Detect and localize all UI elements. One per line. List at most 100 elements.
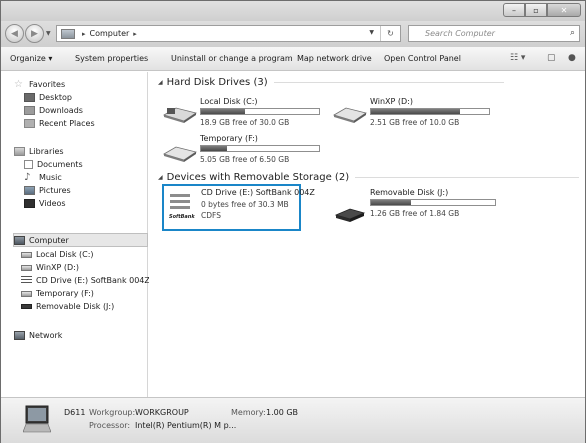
nav-computer[interactable]: Computer (14, 236, 69, 245)
star-icon: ☆ (14, 79, 23, 90)
command-bar: Organize ▾ System properties Uninstall o… (1, 47, 585, 71)
nav-desktop[interactable]: Desktop (24, 93, 72, 102)
memory-label: Memory: (231, 408, 266, 417)
address-row: ◀ ▶ ▼ ▸ Computer ▸ ▼ ↻ Search Computer ⌕ (1, 21, 585, 47)
search-placeholder: Search Computer (425, 29, 495, 38)
group-divider (355, 177, 580, 178)
pictures-icon (24, 186, 35, 195)
nav-network[interactable]: Network (14, 331, 62, 340)
cd-stack-icon (170, 200, 190, 203)
nav-pictures[interactable]: Pictures (24, 186, 71, 195)
drive-tile-e-cd[interactable]: SoftBank CD Drive (E:) SoftBank 004Z 0 b… (162, 184, 315, 231)
open-control-panel-button[interactable]: Open Control Panel (384, 54, 461, 63)
breadcrumb-separator-icon[interactable]: ▸ (82, 30, 86, 38)
nav-recent-places[interactable]: Recent Places (24, 119, 95, 128)
cd-drive-free: 0 bytes free of 30.3 MB (201, 200, 289, 209)
refresh-button[interactable]: ↻ (380, 26, 400, 41)
hard-disk-icon (21, 290, 32, 297)
drive-d-usage-bar (370, 108, 490, 115)
downloads-icon (24, 106, 35, 115)
drives-view: ◢ Hard Disk Drives (3) Local Disk (C:) 1… (149, 72, 585, 397)
map-network-drive-button[interactable]: Map network drive (297, 54, 372, 63)
processor-value: Intel(R) Pentium(R) M p... (135, 421, 237, 430)
search-input[interactable]: Search Computer ⌕ (408, 25, 580, 42)
cd-drive-icon (21, 276, 32, 285)
desktop-icon (24, 93, 35, 102)
forward-button[interactable]: ▶ (25, 24, 44, 43)
processor-label: Processor: (89, 421, 131, 430)
softbank-logo: SoftBank (169, 214, 195, 220)
hard-disk-icon (163, 146, 197, 162)
details-pane: D611 Workgroup: WORKGROUP Memory: 1.00 G… (1, 397, 585, 443)
computer-icon (61, 28, 75, 39)
recent-pages-icon[interactable]: ▼ (46, 30, 51, 37)
videos-icon (24, 199, 35, 208)
usb-drive-icon (334, 208, 366, 222)
computer-icon (23, 405, 51, 433)
nav-documents[interactable]: Documents (24, 160, 83, 169)
nav-cd-drive-e[interactable]: CD Drive (E:) SoftBank 004Z (21, 276, 150, 285)
close-button[interactable]: ✕ (547, 3, 581, 17)
cd-stack-icon (170, 194, 190, 197)
hard-disk-icon (21, 251, 32, 258)
nav-videos[interactable]: Videos (24, 199, 66, 208)
nav-music[interactable]: ♪ Music (24, 172, 62, 183)
usb-drive-icon (21, 304, 32, 309)
forward-arrow-icon: ▶ (31, 28, 38, 39)
address-dropdown-icon[interactable]: ▼ (369, 29, 374, 36)
documents-icon (24, 160, 33, 169)
memory-value: 1.00 GB (266, 408, 299, 417)
usage-fill (201, 109, 245, 114)
nav-removable-disk-j[interactable]: Removable Disk (J:) (21, 302, 114, 311)
collapse-triangle-icon[interactable]: ◢ (158, 79, 163, 86)
nav-libraries[interactable]: Libraries (14, 147, 64, 156)
organize-button[interactable]: Organize ▾ (10, 54, 52, 63)
collapse-triangle-icon[interactable]: ◢ (158, 174, 163, 181)
address-bar[interactable]: ▸ Computer ▸ ▼ ↻ (56, 25, 401, 42)
pc-name: D611 (64, 408, 86, 417)
view-options-icon[interactable]: ☷ ▾ (510, 53, 525, 63)
computer-icon (14, 236, 25, 245)
help-icon[interactable]: ● (568, 53, 576, 63)
nav-favorites[interactable]: ☆ Favorites (14, 79, 65, 90)
cd-stack-icon (170, 206, 190, 209)
nav-local-disk-c[interactable]: Local Disk (C:) (21, 250, 94, 259)
hard-disk-icon (163, 107, 197, 123)
workgroup-label: Workgroup: (89, 408, 136, 417)
system-properties-button[interactable]: System properties (75, 54, 148, 63)
network-icon (14, 331, 25, 340)
recent-places-icon (24, 119, 35, 128)
minimize-button[interactable]: – (503, 3, 525, 17)
usage-fill (201, 146, 227, 151)
group-removable-storage[interactable]: ◢ Devices with Removable Storage (2) (158, 172, 580, 183)
back-button[interactable]: ◀ (5, 24, 24, 43)
drive-c-usage-bar (200, 108, 320, 115)
cd-drive-name: CD Drive (E:) SoftBank 004Z (201, 188, 315, 197)
music-icon: ♪ (24, 172, 31, 183)
explorer-window: – ▫ ✕ ◀ ▶ ▼ ▸ Computer ▸ ▼ ↻ Search Comp… (0, 0, 586, 443)
maximize-button[interactable]: ▫ (525, 3, 547, 17)
usage-fill (371, 200, 411, 205)
preview-pane-icon[interactable]: ▢ (547, 53, 556, 63)
window-buttons: – ▫ ✕ (503, 3, 581, 17)
title-bar[interactable]: – ▫ ✕ (1, 1, 585, 21)
cd-drive-filesystem: CDFS (201, 211, 221, 220)
back-arrow-icon: ◀ (11, 28, 18, 39)
breadcrumb-separator-icon[interactable]: ▸ (133, 30, 137, 38)
navigation-pane: ☆ Favorites Desktop Downloads Recent Plac… (1, 72, 150, 397)
nav-downloads[interactable]: Downloads (24, 106, 83, 115)
group-divider (273, 82, 504, 83)
drive-f-usage-bar (200, 145, 320, 152)
hard-disk-icon (21, 264, 32, 271)
breadcrumb-computer[interactable]: Computer (90, 29, 130, 38)
usage-fill (371, 109, 460, 114)
search-icon[interactable]: ⌕ (570, 28, 575, 38)
nav-temporary-f[interactable]: Temporary (F:) (21, 289, 94, 298)
workgroup-value: WORKGROUP (135, 408, 189, 417)
nav-winxp-d[interactable]: WinXP (D:) (21, 263, 79, 272)
drive-j-usage-bar (370, 199, 496, 206)
libraries-icon (14, 147, 25, 156)
hard-disk-icon (333, 107, 367, 123)
uninstall-program-button[interactable]: Uninstall or change a program (171, 54, 293, 63)
group-hard-disk-drives[interactable]: ◢ Hard Disk Drives (3) (158, 77, 504, 88)
